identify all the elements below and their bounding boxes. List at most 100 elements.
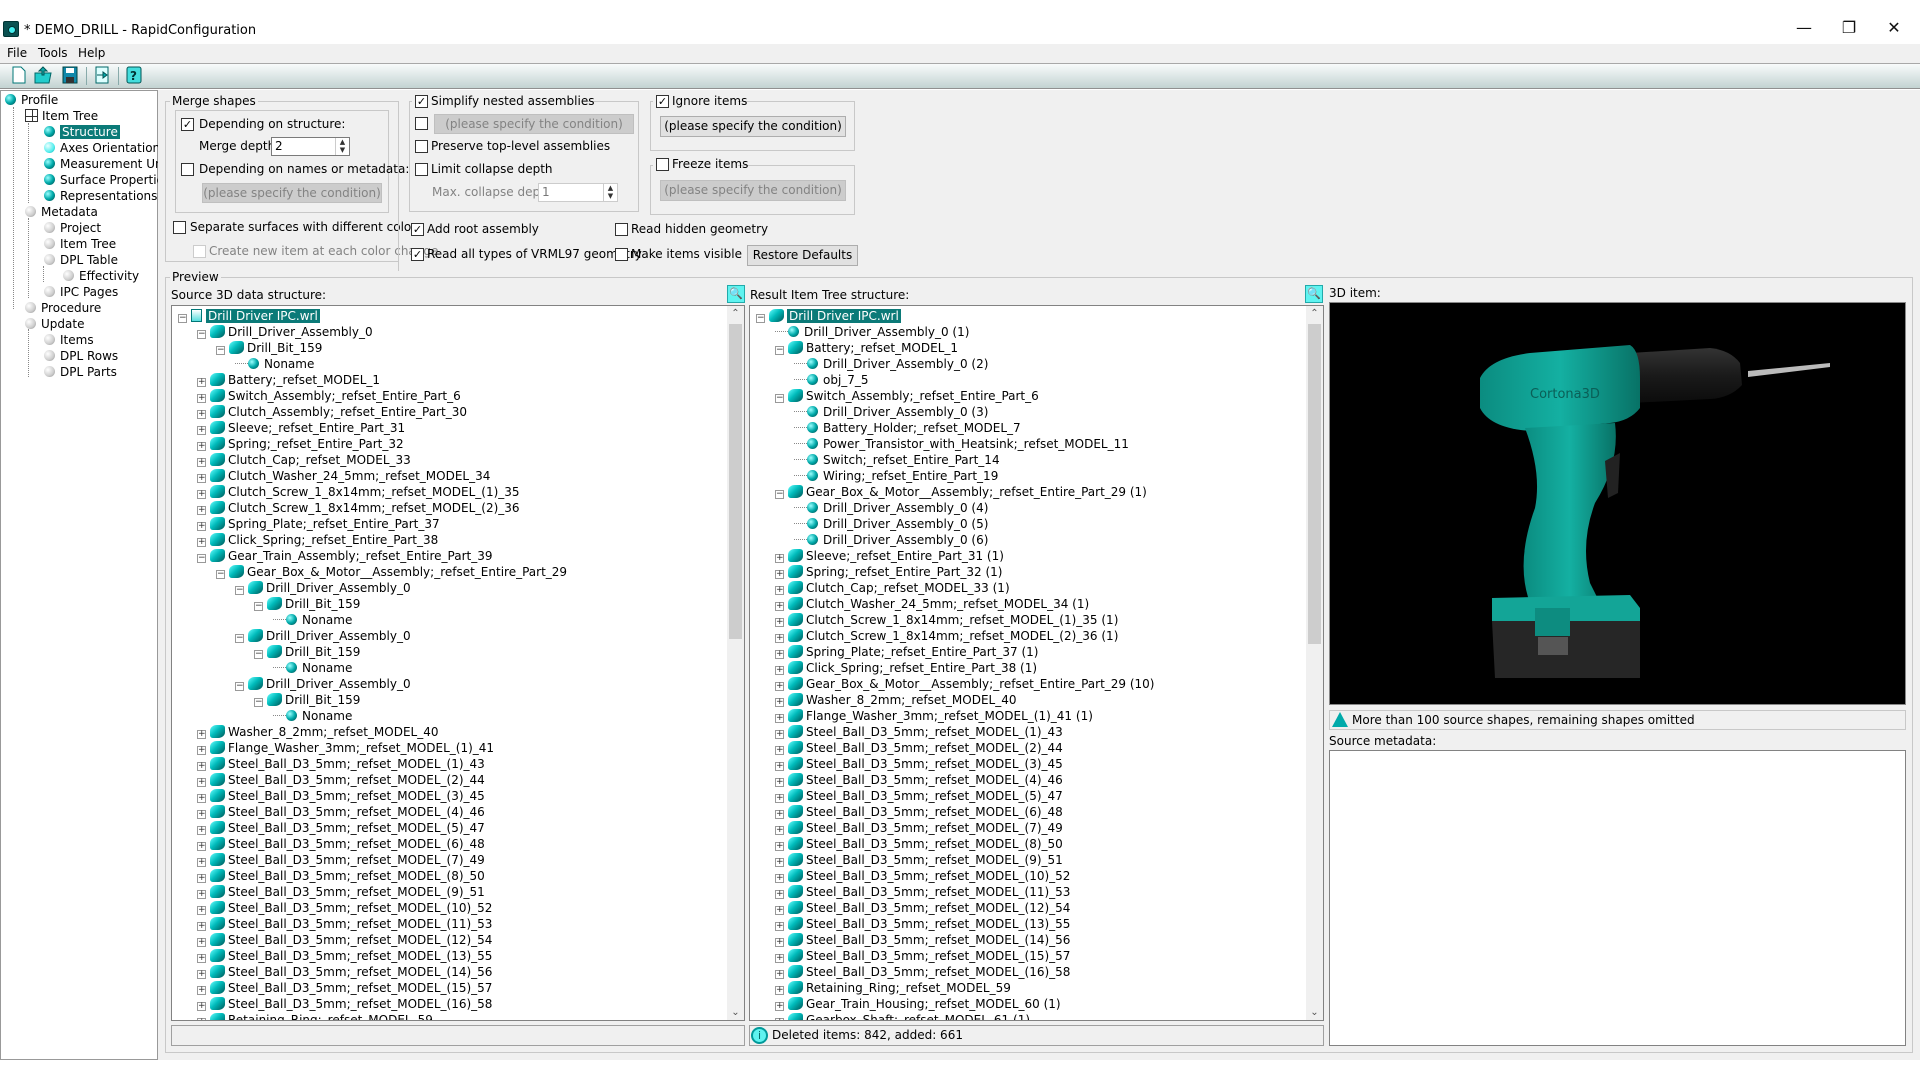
result-tree-panel[interactable]: − Drill Driver IPC.wrl Drill_Driver_Assemb… [749,305,1324,1021]
collapse-icon[interactable]: − [235,682,244,691]
expand-icon[interactable]: + [197,522,206,531]
create-new-item-checkbox[interactable] [193,245,206,258]
expand-icon[interactable]: + [775,1002,784,1011]
search-source-icon[interactable]: 🔍 [727,285,745,303]
tree-row[interactable]: Noname [273,660,352,676]
close-button[interactable]: ✕ [1874,16,1914,40]
expand-icon[interactable]: + [197,1018,206,1020]
tree-node-measurement-units[interactable]: Measurement Units [44,157,177,172]
expand-icon[interactable]: + [197,810,206,819]
tree-row[interactable]: − Drill Driver IPC.wrl [756,308,901,324]
tree-row[interactable]: + Clutch_Screw_1_8x14mm;_refset_MODEL_(1)… [775,612,1118,628]
tree-row[interactable]: + Clutch_Cap;_refset_MODEL_33 [197,452,411,468]
expand-icon[interactable]: + [775,618,784,627]
tree-node-dpl-rows[interactable]: DPL Rows [44,349,118,364]
tree-row[interactable]: Power_Transistor_with_Heatsink;_refset_M… [794,436,1129,452]
tree-node-project[interactable]: Project [44,221,101,236]
expand-icon[interactable]: + [197,442,206,451]
tree-node-meta-item-tree[interactable]: Item Tree [44,237,116,252]
expand-icon[interactable]: + [775,650,784,659]
freeze-condition-button[interactable]: (please specify the condition) [660,180,846,201]
expand-icon[interactable]: + [775,746,784,755]
expand-icon[interactable]: + [197,538,206,547]
tree-row[interactable]: + Steel_Ball_D3_5mm;_refset_MODEL_(2)_44 [775,740,1063,756]
import-icon[interactable] [92,66,112,86]
merge-depth-spinbox[interactable]: 2 ▲ ▼ [271,137,350,156]
tree-row[interactable]: + Washer_8_2mm;_refset_MODEL_40 [197,724,439,740]
tree-row[interactable]: Drill_Driver_Assembly_0 (1) [775,324,969,340]
tree-row[interactable]: + Steel_Ball_D3_5mm;_refset_MODEL_(7)_49 [775,820,1063,836]
expand-icon[interactable]: + [775,762,784,771]
expand-icon[interactable]: + [775,906,784,915]
collapse-icon[interactable]: − [197,330,206,339]
tree-row[interactable]: + Steel_Ball_D3_5mm;_refset_MODEL_(8)_50 [197,868,485,884]
expand-icon[interactable]: + [775,970,784,979]
expand-icon[interactable]: + [775,810,784,819]
tree-node-dpl-table[interactable]: DPL Table [44,253,118,268]
tree-row[interactable]: + Switch_Assembly;_refset_Entire_Part_6 [197,388,461,404]
expand-icon[interactable]: + [775,922,784,931]
expand-icon[interactable]: + [197,506,206,515]
scroll-thumb[interactable] [729,324,742,639]
tree-row[interactable]: + Steel_Ball_D3_5mm;_refset_MODEL_(15)_57 [775,948,1070,964]
tree-row[interactable]: + Gear_Box_&_Motor__Assembly;_refset_Enti… [775,676,1155,692]
tree-row[interactable]: − Drill_Driver_Assembly_0 [235,676,411,692]
source-scrollbar[interactable]: ⌃ ⌄ [727,306,744,1020]
tree-row[interactable]: Drill_Driver_Assembly_0 (4) [794,500,988,516]
expand-icon[interactable]: + [197,474,206,483]
collapse-icon[interactable]: − [775,490,784,499]
tree-row[interactable]: + Sleeve;_refset_Entire_Part_31 [197,420,405,436]
collapse-icon[interactable]: − [254,602,263,611]
tree-row[interactable]: Drill_Driver_Assembly_0 (3) [794,404,988,420]
ignore-condition-button[interactable]: (please specify the condition) [660,116,846,137]
expand-icon[interactable]: + [775,858,784,867]
tree-row[interactable]: + Steel_Ball_D3_5mm;_refset_MODEL_(10)_52 [197,900,492,916]
tree-node-surface-properties[interactable]: Surface Properties [44,173,170,188]
tree-row[interactable]: − Drill Driver IPC.wrl [178,308,320,324]
new-file-icon[interactable] [9,66,29,86]
expand-icon[interactable]: + [197,410,206,419]
expand-icon[interactable]: + [775,986,784,995]
tree-row[interactable]: + Steel_Ball_D3_5mm;_refset_MODEL_(13)_55 [775,916,1070,932]
collapse-icon[interactable]: − [254,698,263,707]
tree-row[interactable]: + Clutch_Washer_24_5mm;_refset_MODEL_34 (… [775,596,1089,612]
tree-row[interactable]: + Steel_Ball_D3_5mm;_refset_MODEL_(10)_52 [775,868,1070,884]
tree-row[interactable]: + Steel_Ball_D3_5mm;_refset_MODEL_(11)_53 [775,884,1070,900]
tree-row[interactable]: + Gear_Train_Housing;_refset_MODEL_60 (1) [775,996,1061,1012]
expand-icon[interactable]: + [197,762,206,771]
expand-icon[interactable]: + [197,378,206,387]
tree-row[interactable]: + Flange_Washer_3mm;_refset_MODEL_(1)_41 … [775,708,1093,724]
expand-icon[interactable]: + [775,634,784,643]
tree-row[interactable]: − Drill_Bit_159 [254,692,360,708]
tree-row[interactable]: − Gear_Box_&_Motor__Assembly;_refset_Enti… [775,484,1147,500]
tree-row[interactable]: + Steel_Ball_D3_5mm;_refset_MODEL_(4)_46 [197,804,485,820]
source-tree-panel[interactable]: − Drill Driver IPC.wrl − Drill_Driver_Assem… [171,305,745,1021]
open-folder-icon[interactable] [34,66,54,86]
expand-icon[interactable]: + [775,1018,784,1020]
tree-row[interactable]: − Drill_Driver_Assembly_0 [235,628,411,644]
tree-row[interactable]: + Retaining_Ring;_refset_MODEL_59 [775,980,1011,996]
expand-icon[interactable]: + [775,938,784,947]
merge-condition-button[interactable]: (please specify the condition) [202,183,382,203]
expand-icon[interactable]: + [197,394,206,403]
menu-file[interactable]: File [3,46,31,60]
expand-icon[interactable]: + [775,666,784,675]
collapse-icon[interactable]: − [775,394,784,403]
expand-icon[interactable]: + [775,730,784,739]
tree-row[interactable]: − Drill_Driver_Assembly_0 [197,324,373,340]
tree-row[interactable]: + Clutch_Screw_1_8x14mm;_refset_MODEL_(2)… [197,500,520,516]
scroll-up-icon[interactable]: ⌃ [727,308,744,319]
ignore-items-checkbox[interactable]: ✓ [656,95,669,108]
spin-arrows-icon[interactable]: ▲ ▼ [603,184,617,201]
expand-icon[interactable]: + [197,906,206,915]
depending-names-checkbox[interactable] [181,163,194,176]
separate-surfaces-checkbox[interactable] [173,221,186,234]
expand-icon[interactable]: + [197,986,206,995]
tree-row[interactable]: − Gear_Train_Assembly;_refset_Entire_Part… [197,548,493,564]
tree-row[interactable]: Drill_Driver_Assembly_0 (6) [794,532,988,548]
expand-icon[interactable]: + [775,794,784,803]
expand-icon[interactable]: + [197,490,206,499]
tree-row[interactable]: + Steel_Ball_D3_5mm;_refset_MODEL_(14)_56 [775,932,1070,948]
tree-row[interactable]: − Gear_Box_&_Motor__Assembly;_refset_Enti… [216,564,567,580]
tree-row[interactable]: Wiring;_refset_Entire_Part_19 [794,468,998,484]
